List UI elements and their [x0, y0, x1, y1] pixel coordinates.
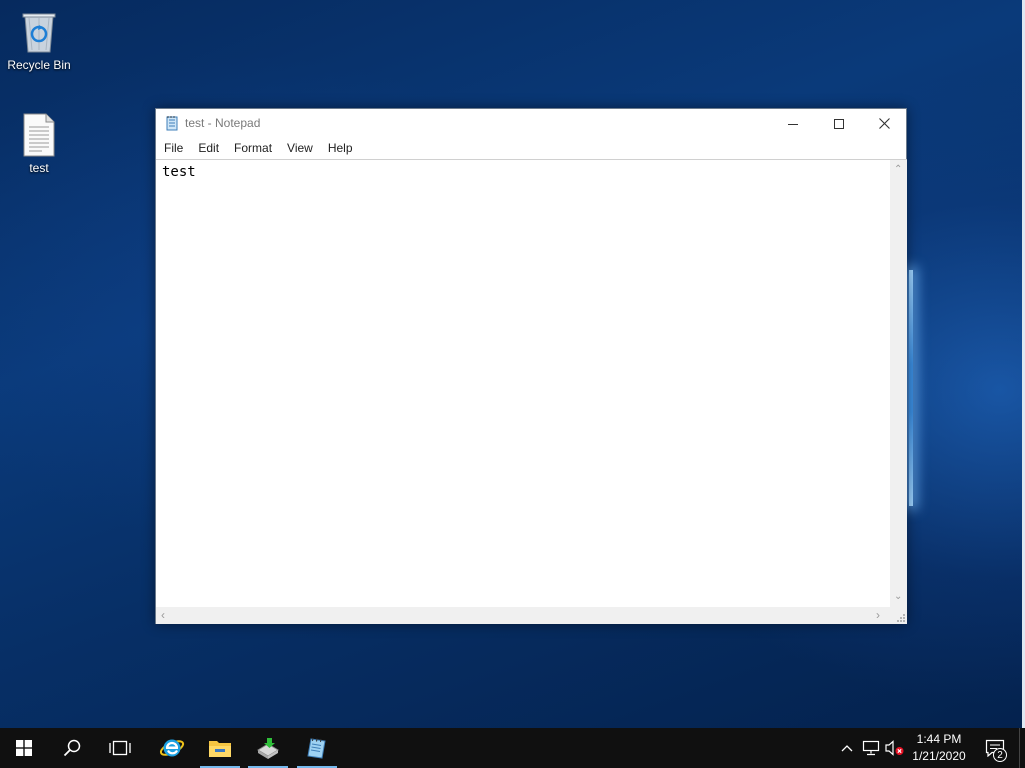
- network-button[interactable]: [861, 738, 881, 758]
- show-desktop-button[interactable]: [1019, 728, 1025, 768]
- desktop-icon-recycle-bin[interactable]: Recycle Bin: [1, 8, 77, 72]
- task-view-icon: [109, 740, 131, 756]
- notification-count-badge: 2: [993, 748, 1007, 762]
- task-view-button[interactable]: [96, 728, 144, 768]
- minimize-button[interactable]: [770, 109, 816, 138]
- internet-explorer-icon: [159, 739, 185, 757]
- start-button[interactable]: [0, 728, 48, 768]
- clock-button[interactable]: 1:44 PM 1/21/2020: [906, 730, 972, 766]
- resize-grip-icon: [897, 614, 905, 622]
- server-manager-icon: [257, 738, 279, 759]
- window-title: test - Notepad: [185, 116, 261, 130]
- desktop-icon-label: Recycle Bin: [7, 58, 71, 72]
- taskbar: 1:44 PM 1/21/2020 2: [0, 728, 1025, 768]
- resize-grip[interactable]: [890, 607, 907, 624]
- notepad-icon: [166, 116, 178, 131]
- wallpaper-light-beam: [909, 270, 913, 506]
- taskbar-server-manager[interactable]: [244, 728, 292, 768]
- text-editor[interactable]: test: [156, 159, 890, 607]
- text-file-icon: [23, 113, 55, 157]
- recycle-bin-icon: [22, 13, 56, 53]
- maximize-button[interactable]: [816, 109, 862, 138]
- horizontal-scrollbar[interactable]: ‹ ›: [156, 607, 890, 624]
- desktop-icon-test-file[interactable]: test: [1, 113, 77, 175]
- scroll-down-icon[interactable]: ⌄: [894, 592, 902, 602]
- taskbar-internet-explorer[interactable]: [148, 728, 196, 768]
- taskbar-notepad[interactable]: [293, 728, 341, 768]
- notepad-icon: [307, 737, 326, 759]
- menu-file[interactable]: File: [158, 138, 189, 158]
- title-bar[interactable]: test - Notepad: [156, 109, 906, 138]
- file-explorer-icon: [209, 741, 231, 757]
- maximize-icon: [834, 118, 844, 129]
- close-button[interactable]: [861, 109, 907, 138]
- clock-date: 1/21/2020: [912, 749, 966, 763]
- taskbar-file-explorer[interactable]: [196, 728, 244, 768]
- network-icon: [862, 740, 880, 756]
- menu-help[interactable]: Help: [322, 138, 359, 158]
- volume-muted-icon: [885, 740, 904, 756]
- vertical-scrollbar[interactable]: ⌃ ⌄: [890, 159, 907, 607]
- action-center-button[interactable]: [980, 728, 1010, 768]
- menu-format[interactable]: Format: [228, 138, 278, 158]
- menu-view[interactable]: View: [281, 138, 319, 158]
- scroll-up-icon[interactable]: ⌃: [894, 165, 902, 175]
- notepad-window[interactable]: test - Notepad File Edit Format View Hel…: [155, 108, 907, 624]
- minimize-icon: [788, 123, 798, 125]
- show-hidden-icons-button[interactable]: [837, 738, 857, 758]
- scroll-right-icon[interactable]: ›: [876, 609, 880, 621]
- menu-bar: File Edit Format View Help: [156, 138, 906, 158]
- chevron-up-icon: [841, 745, 853, 752]
- search-button[interactable]: [48, 728, 96, 768]
- windows-logo-icon: [16, 740, 32, 756]
- desktop-icon-label: test: [29, 161, 49, 175]
- close-icon: [878, 118, 890, 129]
- clock-time: 1:44 PM: [916, 732, 962, 746]
- scroll-left-icon[interactable]: ‹: [161, 609, 165, 621]
- menu-edit[interactable]: Edit: [192, 138, 225, 158]
- search-icon: [63, 739, 81, 757]
- volume-button[interactable]: [885, 738, 905, 758]
